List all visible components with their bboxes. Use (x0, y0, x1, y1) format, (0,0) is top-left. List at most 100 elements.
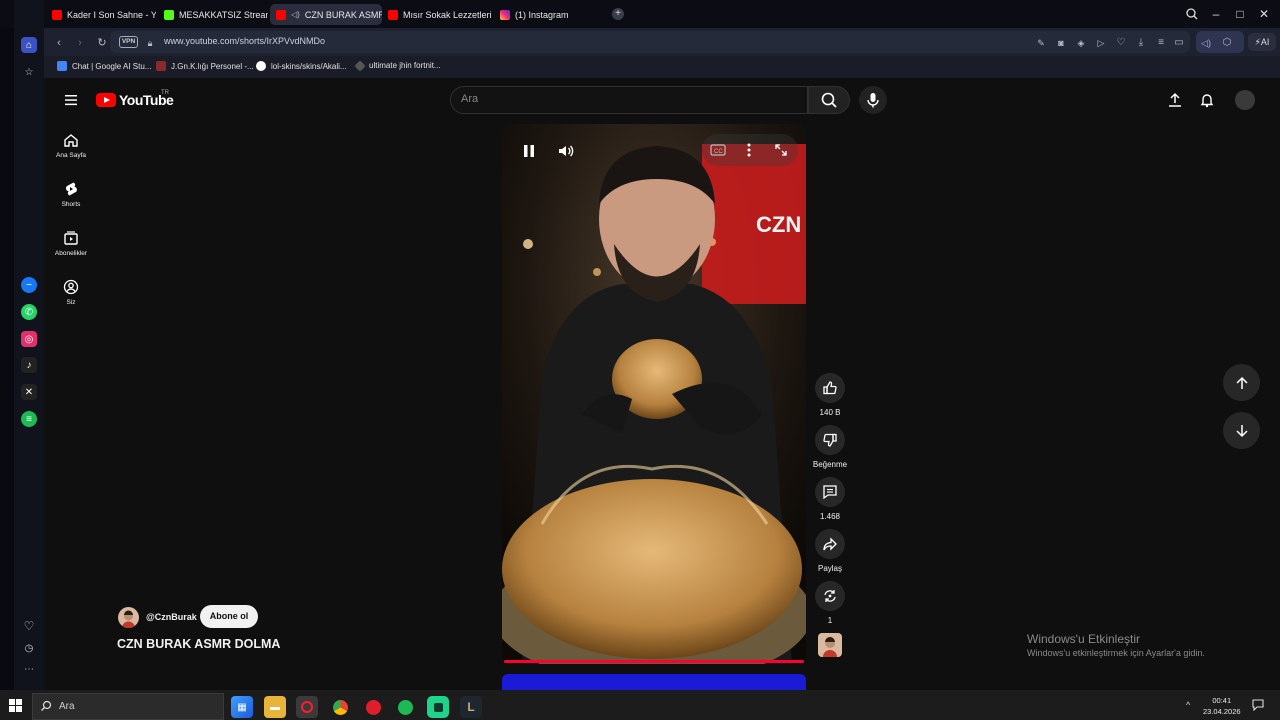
fullscreen-icon[interactable] (774, 143, 788, 157)
x-icon[interactable]: ✕ (21, 384, 37, 400)
history-icon[interactable]: ◷ (21, 640, 37, 656)
kick-favicon-icon (164, 9, 174, 20)
speaker-icon[interactable]: ◁) (291, 10, 300, 19)
speaker-icon[interactable]: ◁) (1199, 36, 1213, 50)
youtube-favicon-icon (388, 9, 398, 20)
bookmark-item[interactable]: Chat | Google AI Stu... (57, 61, 151, 71)
start-button[interactable] (9, 699, 22, 712)
nav-label: Abonelikler (54, 250, 88, 257)
new-tab-button[interactable]: + (612, 8, 624, 20)
remix-count: 1 (827, 616, 833, 625)
next-short-button[interactable] (1223, 412, 1260, 449)
reload-icon[interactable]: ↻ (95, 36, 109, 50)
bookmark-item[interactable]: J.Gn.K.lığı Personel -... (156, 61, 254, 71)
tiktok-icon[interactable]: ♪ (21, 357, 37, 373)
comments-button[interactable]: 1.468 (812, 477, 848, 521)
youtube-play-icon (96, 93, 116, 107)
spotify-app-icon[interactable] (394, 696, 416, 718)
heart-icon[interactable]: ♡ (1114, 36, 1128, 50)
dislike-button[interactable]: Beğenme (812, 425, 848, 469)
whatsapp-icon[interactable]: ✆ (21, 304, 37, 320)
battery-icon[interactable]: ▭ (1172, 36, 1186, 50)
app-icon[interactable] (427, 696, 449, 718)
vpn-badge[interactable]: VPN (119, 36, 138, 48)
share-button[interactable]: Paylaş (812, 529, 848, 573)
short-video-player[interactable]: CZN Bur CC (502, 124, 806, 664)
shield-icon[interactable]: ◈ (1074, 36, 1088, 50)
star-icon[interactable]: ☆ (21, 64, 37, 80)
league-client-icon[interactable]: L (460, 696, 482, 718)
back-icon[interactable]: ‹ (52, 36, 66, 50)
maximize-button[interactable]: □ (1232, 6, 1248, 22)
instagram-icon[interactable]: ◎ (21, 331, 37, 347)
spotify-icon[interactable]: ≡ (21, 411, 37, 427)
like-button[interactable]: 140 B (812, 373, 848, 417)
video-progress-bar[interactable] (504, 660, 804, 663)
tab-active[interactable]: ◁) CZN BURAK ASMR DO (270, 4, 382, 25)
extensions-icon[interactable]: ⬡ (1220, 36, 1234, 50)
bookmark-item[interactable]: ultimate jhin fortnit... (354, 59, 441, 72)
messenger-icon[interactable]: ~ (21, 277, 37, 293)
nav-you[interactable]: Siz (50, 279, 92, 306)
tray-chevron-icon[interactable]: ^ (1186, 700, 1190, 710)
home-icon[interactable]: ⌂ (21, 37, 37, 53)
ai-label: AI (1260, 37, 1270, 47)
menu-list-icon[interactable]: ≡ (1154, 36, 1168, 50)
captions-icon[interactable]: CC (710, 143, 726, 157)
recorder-icon[interactable] (362, 696, 384, 718)
tab-1[interactable]: Kader I Son Sahne - YouTu (46, 4, 156, 25)
more-icon[interactable]: ⋯ (21, 661, 37, 677)
forward-icon[interactable]: › (73, 36, 87, 50)
youtube-favicon-icon (276, 9, 286, 20)
play-icon[interactable]: ▷ (1094, 36, 1108, 50)
tab-search-icon[interactable] (1184, 6, 1200, 22)
url-text[interactable]: www.youtube.com/shorts/IrXPVvdNMDo (164, 36, 325, 46)
video-sign-text: CZN Bur (756, 212, 806, 237)
taskbar-search-placeholder: Ara (59, 701, 75, 712)
heart-icon[interactable]: ♡ (21, 618, 37, 634)
create-upload-icon[interactable] (1167, 92, 1183, 108)
nav-home[interactable]: Ana Sayfa (50, 132, 92, 159)
tab-label: Kader I Son Sahne - YouTu (67, 9, 156, 20)
channel-handle[interactable]: @CznBurak (146, 612, 197, 622)
minimize-button[interactable]: – (1208, 6, 1224, 22)
bookmark-item[interactable]: lol-skins/skins/Akali... (256, 61, 347, 71)
tab-4[interactable]: Mısır Sokak Lezzetleri Kos (382, 4, 494, 25)
download-icon[interactable]: ⤓ (1134, 36, 1148, 50)
close-button[interactable]: ✕ (1256, 6, 1272, 22)
nav-shorts[interactable]: Shorts (50, 181, 92, 208)
channel-avatar[interactable] (118, 607, 139, 628)
date: 23.04.2026 (1203, 707, 1241, 716)
menu-icon[interactable] (64, 93, 78, 107)
notifications-bell-icon[interactable] (1199, 92, 1215, 108)
more-options-icon[interactable] (744, 142, 754, 158)
next-video-preview (502, 674, 806, 690)
user-icon (63, 279, 79, 295)
volume-icon[interactable] (557, 142, 575, 160)
search-button[interactable] (808, 86, 850, 114)
notifications-icon[interactable] (1252, 699, 1264, 711)
home-icon (63, 132, 79, 148)
opera-app-icon[interactable] (296, 696, 318, 718)
sound-avatar[interactable] (818, 633, 842, 657)
taskbar-clock[interactable]: 00:41 23.04.2026 (1203, 695, 1241, 717)
account-avatar[interactable] (1235, 90, 1255, 110)
chrome-icon[interactable] (329, 696, 351, 718)
thumbs-down-icon (815, 425, 845, 455)
ai-button[interactable]: ⚡︎AI (1248, 33, 1276, 51)
camera-icon[interactable]: ◙ (1054, 36, 1068, 50)
voice-search-button[interactable] (859, 86, 887, 114)
subscribe-button[interactable]: Abone ol (200, 605, 258, 628)
tab-2[interactable]: MESAKKATSIZ Stream - W (158, 4, 268, 25)
search-input[interactable] (450, 86, 808, 114)
video-title[interactable]: CZN BURAK ASMR DOLMA (117, 637, 280, 651)
previous-short-button[interactable] (1223, 364, 1260, 401)
nav-subscriptions[interactable]: Abonelikler (50, 230, 92, 257)
pause-icon[interactable] (520, 142, 538, 160)
remix-button[interactable]: 1 (812, 581, 848, 625)
file-explorer-icon[interactable]: ▬ (264, 696, 286, 718)
lock-icon[interactable]: 🔒︎ (143, 36, 157, 50)
widgets-icon[interactable]: ▦ (231, 696, 253, 718)
tab-5[interactable]: (1) Instagram (494, 4, 604, 25)
edit-icon[interactable]: ✎ (1034, 36, 1048, 50)
